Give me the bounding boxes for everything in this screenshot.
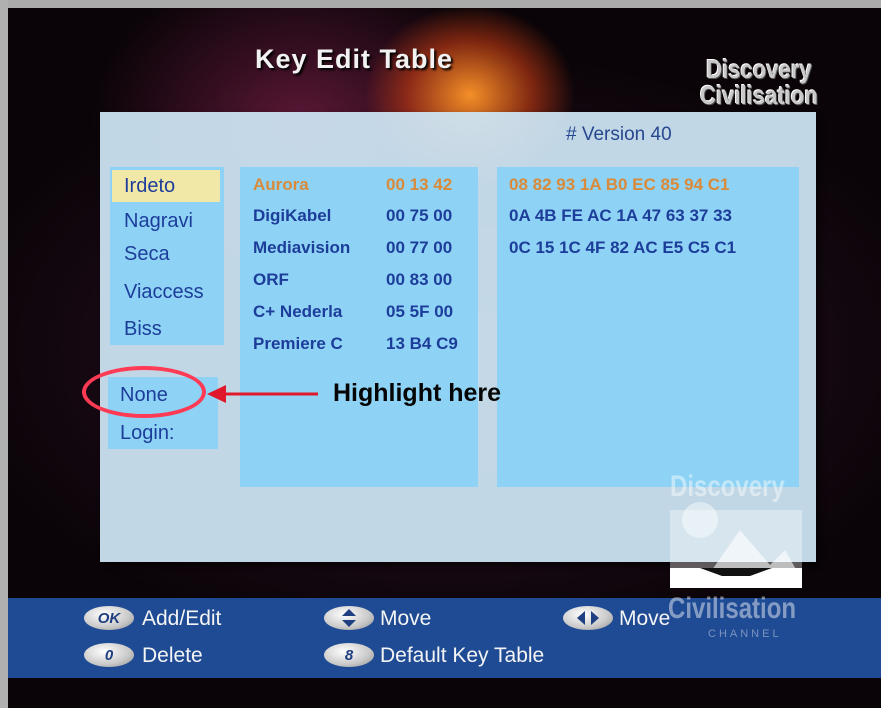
entry-id: 13 B4 C9	[386, 334, 458, 353]
version-label: # Version 40	[566, 124, 672, 145]
entry-id: 00 77 00	[386, 238, 453, 257]
entry-row[interactable]: DigiKabel 00 75 00	[240, 206, 478, 230]
entry-row[interactable]: C+ Nederla 05 5F 00	[240, 302, 478, 326]
provider-item-seca[interactable]: Seca	[124, 243, 170, 266]
provider-item-irdeto[interactable]: Irdeto	[112, 170, 220, 202]
channel-logo-line-2: Civilisation	[700, 80, 818, 110]
entry-name-column: Aurora 00 13 42 DigiKabel 00 75 00 Media…	[240, 167, 478, 487]
entry-id: 05 5F 00	[386, 302, 454, 321]
left-right-arrows-icon[interactable]	[563, 606, 613, 630]
provider-item-viaccess[interactable]: Viaccess	[124, 281, 204, 304]
annotation-ring	[82, 366, 206, 418]
eight-button-icon[interactable]: 8	[324, 643, 374, 667]
entry-key-row[interactable]: 0A 4B FE AC 1A 47 63 37 33	[497, 206, 799, 230]
entry-id: 00 13 42	[386, 175, 453, 194]
entry-name: Mediavision	[253, 238, 351, 257]
tv-screen: Key Edit Table Discovery Civilisation # …	[0, 0, 881, 708]
left-right-arrows-glyph	[577, 611, 599, 625]
help-label-delete: Delete	[142, 644, 203, 667]
channel-logo-line-1: Discovery	[706, 54, 812, 84]
entry-id: 00 75 00	[386, 206, 453, 225]
frame-left	[0, 0, 8, 708]
help-bar: OK Add/Edit Move Move 0 Delete 8 Default…	[8, 592, 881, 678]
entry-name: ORF	[253, 270, 289, 289]
entry-name: Premiere C	[253, 334, 343, 353]
frame-top	[0, 0, 881, 8]
provider-list: Irdeto Nagravi Seca Viaccess Biss	[110, 167, 224, 345]
provider-item-biss[interactable]: Biss	[124, 318, 162, 341]
channel-logo: Discovery Civilisation	[700, 56, 818, 108]
entry-row[interactable]: ORF 00 83 00	[240, 270, 478, 294]
help-label-move-vertical: Move	[380, 607, 432, 630]
watermark-bottom-text: Civilisation	[668, 592, 797, 625]
up-down-arrows-glyph	[342, 609, 356, 627]
entry-id: 00 83 00	[386, 270, 453, 289]
entry-row[interactable]: Mediavision 00 77 00	[240, 238, 478, 262]
page-title: Key Edit Table	[255, 44, 454, 74]
watermark-sub-text: CHANNEL	[708, 628, 782, 640]
entry-name: C+ Nederla	[253, 302, 343, 321]
up-down-arrows-icon[interactable]	[324, 606, 374, 630]
ok-button-icon[interactable]: OK	[84, 606, 134, 630]
mode-item-login[interactable]: Login:	[120, 422, 175, 445]
zero-button-icon[interactable]: 0	[84, 643, 134, 667]
annotation-text: Highlight here	[333, 379, 502, 407]
help-label-add-edit: Add/Edit	[142, 607, 222, 630]
watermark-top-text: Discovery	[670, 470, 785, 503]
entry-key-row[interactable]: 08 82 93 1A B0 EC 85 94 C1	[497, 175, 799, 199]
entry-name: DigiKabel	[253, 206, 332, 225]
entry-key: 0A 4B FE AC 1A 47 63 37 33	[509, 206, 733, 225]
help-label-move-horizontal: Move	[619, 607, 671, 630]
help-label-default-key-table: Default Key Table	[380, 644, 545, 667]
channel-watermark: Discovery	[670, 470, 802, 590]
entry-name: Aurora	[253, 175, 309, 194]
entry-key-row[interactable]: 0C 15 1C 4F 82 AC E5 C5 C1	[497, 238, 799, 262]
provider-item-nagravi[interactable]: Nagravi	[124, 210, 193, 233]
entry-row[interactable]: Premiere C 13 B4 C9	[240, 334, 478, 358]
entry-key-column: 08 82 93 1A B0 EC 85 94 C1 0A 4B FE AC 1…	[497, 167, 799, 487]
entry-row[interactable]: Aurora 00 13 42	[240, 175, 478, 199]
entry-key: 0C 15 1C 4F 82 AC E5 C5 C1	[509, 238, 737, 257]
entry-key: 08 82 93 1A B0 EC 85 94 C1	[509, 175, 730, 194]
